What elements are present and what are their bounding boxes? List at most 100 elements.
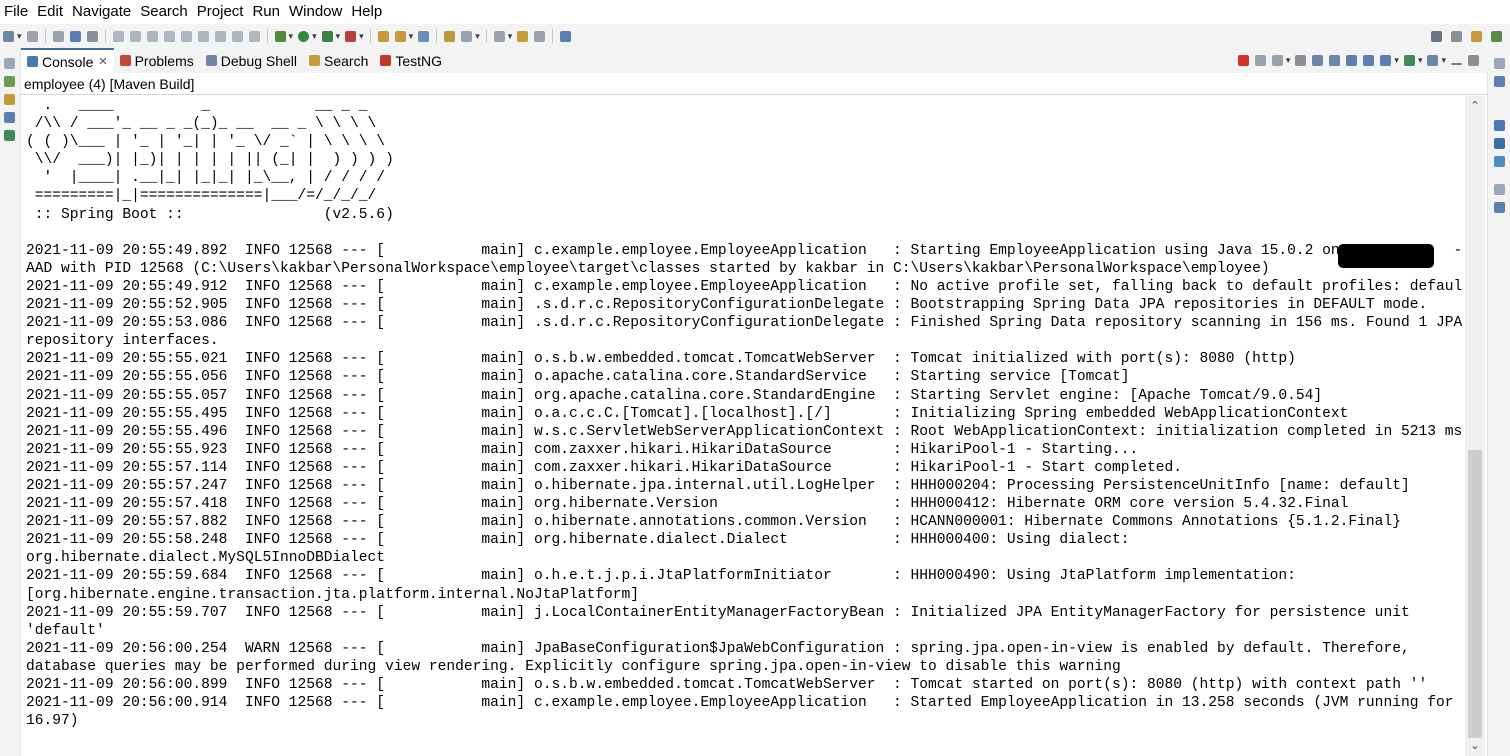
console-line: 'default' xyxy=(26,622,105,639)
clear-console-icon[interactable] xyxy=(1295,55,1307,66)
debug-view-icon[interactable] xyxy=(4,76,15,87)
remove-launch-icon[interactable] xyxy=(1254,55,1266,66)
use-step-filters-icon[interactable] xyxy=(248,30,260,42)
junit-icon[interactable] xyxy=(4,112,15,123)
show-on-stderr-icon[interactable] xyxy=(1363,55,1375,66)
expressions-icon[interactable] xyxy=(1494,156,1505,167)
vertical-scrollbar[interactable]: ⌃ ⌄ xyxy=(1465,96,1485,756)
menu-window[interactable]: Window xyxy=(285,0,347,24)
pin-console-icon[interactable] xyxy=(1380,55,1392,66)
annotation-prev-icon[interactable] xyxy=(493,30,505,42)
word-wrap-icon[interactable] xyxy=(1329,55,1341,66)
restore-icon[interactable] xyxy=(1494,58,1505,69)
step-over-icon[interactable] xyxy=(197,30,209,42)
chevron-down-icon[interactable]: ▾ xyxy=(508,31,513,42)
toggle-mark-occurrences-icon[interactable] xyxy=(444,30,456,42)
new-java-project-icon[interactable] xyxy=(377,30,389,42)
restore-icon[interactable] xyxy=(4,58,15,69)
chevron-down-icon[interactable]: ▾ xyxy=(1418,55,1423,66)
menu-help[interactable]: Help xyxy=(347,0,387,24)
terminate-icon[interactable] xyxy=(146,30,158,42)
hierarchy-icon[interactable] xyxy=(4,130,15,141)
minimize-icon[interactable] xyxy=(1451,62,1462,65)
chevron-down-icon[interactable]: ▾ xyxy=(475,31,480,42)
suspend-icon[interactable] xyxy=(129,30,141,42)
restore-icon[interactable] xyxy=(1494,184,1505,195)
chevron-down-icon[interactable]: ▾ xyxy=(1394,55,1399,66)
disconnect-icon[interactable] xyxy=(163,30,175,42)
chevron-down-icon[interactable]: ▾ xyxy=(1441,55,1446,66)
outline-icon[interactable] xyxy=(1494,76,1505,87)
scroll-lock-icon[interactable] xyxy=(1312,55,1324,66)
open-type-icon[interactable] xyxy=(394,30,406,42)
chevron-down-icon[interactable]: ▾ xyxy=(312,31,317,42)
properties-icon[interactable] xyxy=(69,30,81,42)
display-selected-console-icon[interactable] xyxy=(1403,55,1415,66)
chevron-down-icon[interactable]: ▾ xyxy=(289,31,294,42)
tab-testng[interactable]: TestNG xyxy=(374,48,448,73)
menu-edit[interactable]: Edit xyxy=(33,0,68,24)
console-line: 2021-11-09 20:55:57.882 INFO 12568 --- [… xyxy=(26,514,1401,531)
chevron-down-icon[interactable]: ▾ xyxy=(336,31,341,42)
toolbar-separator xyxy=(369,29,371,43)
tab-search[interactable]: Search xyxy=(303,48,374,73)
remove-all-terminated-icon[interactable] xyxy=(1271,55,1283,66)
search-icon[interactable] xyxy=(418,30,430,42)
drop-to-frame-icon[interactable] xyxy=(231,30,243,42)
console-line: 2021-11-09 20:55:55.056 INFO 12568 --- [… xyxy=(26,369,1130,386)
scroll-down-icon[interactable]: ⌄ xyxy=(1465,738,1485,754)
package-explorer-icon[interactable] xyxy=(4,94,15,105)
tab-debug-shell[interactable]: Debug Shell xyxy=(200,48,303,73)
save-icon[interactable] xyxy=(26,30,38,42)
console-line: database queries may be performed during… xyxy=(26,658,1121,675)
forward-icon[interactable] xyxy=(534,30,546,42)
search-icon xyxy=(309,55,321,66)
console-line: 2021-11-09 20:55:59.684 INFO 12568 --- [… xyxy=(26,568,1296,585)
run-icon[interactable] xyxy=(298,30,310,42)
open-console-icon[interactable] xyxy=(1427,55,1439,66)
quick-access-search-icon[interactable] xyxy=(1431,30,1442,42)
console-view-toolbar: ▾ ▾ ▾ ▾ xyxy=(1235,55,1488,66)
tab-label: Console xyxy=(42,53,94,70)
resume-icon[interactable] xyxy=(112,30,124,42)
breakpoints-icon[interactable] xyxy=(1494,138,1505,149)
terminate-icon[interactable] xyxy=(1237,55,1249,66)
tab-console[interactable]: Console ✕ xyxy=(21,48,114,73)
annotation-next-icon[interactable] xyxy=(461,30,473,42)
menu-navigate[interactable]: Navigate xyxy=(68,0,136,24)
save-all-icon[interactable] xyxy=(52,30,64,42)
debug-icon[interactable] xyxy=(274,30,286,42)
chevron-down-icon[interactable]: ▾ xyxy=(17,31,22,42)
scrollbar-thumb[interactable] xyxy=(1468,450,1482,738)
console-line: [org.hibernate.engine.transaction.jta.pl… xyxy=(26,586,640,603)
chevron-down-icon[interactable]: ▾ xyxy=(1286,55,1291,66)
console-line: 16.97) xyxy=(26,713,79,730)
java-perspective-icon[interactable] xyxy=(1471,30,1482,42)
open-perspective-icon[interactable] xyxy=(1451,30,1462,42)
debug-perspective-icon[interactable] xyxy=(1491,30,1502,42)
step-into-icon[interactable] xyxy=(180,30,192,42)
step-return-icon[interactable] xyxy=(214,30,226,42)
menu-run[interactable]: Run xyxy=(248,0,285,24)
chevron-down-icon[interactable]: ▾ xyxy=(409,31,414,42)
coverage-icon[interactable] xyxy=(321,30,333,42)
menu-search[interactable]: Search xyxy=(136,0,193,24)
tab-problems[interactable]: Problems xyxy=(114,48,200,73)
console-output[interactable]: . ____ _ __ _ _ /\\ / ___'_ __ _ _(_)_ _… xyxy=(26,97,1462,752)
new-icon[interactable] xyxy=(3,30,14,42)
show-on-stdout-icon[interactable] xyxy=(1346,55,1358,66)
console-line: 2021-11-09 20:55:55.923 INFO 12568 --- [… xyxy=(26,441,1139,458)
external-tools-icon[interactable] xyxy=(345,30,357,42)
menu-file[interactable]: File xyxy=(0,0,33,24)
variables-icon[interactable] xyxy=(1494,120,1505,131)
skip-breakpoints-icon[interactable] xyxy=(86,30,98,42)
pin-editor-icon[interactable] xyxy=(560,30,572,42)
back-icon[interactable] xyxy=(517,30,529,42)
maximize-icon[interactable] xyxy=(1468,55,1479,66)
tab-label: Search xyxy=(324,52,369,69)
scroll-up-icon[interactable]: ⌃ xyxy=(1465,98,1485,114)
task-list-icon[interactable] xyxy=(1494,202,1505,213)
menu-project[interactable]: Project xyxy=(193,0,249,24)
close-icon[interactable]: ✕ xyxy=(98,55,107,68)
chevron-down-icon[interactable]: ▾ xyxy=(359,31,364,42)
